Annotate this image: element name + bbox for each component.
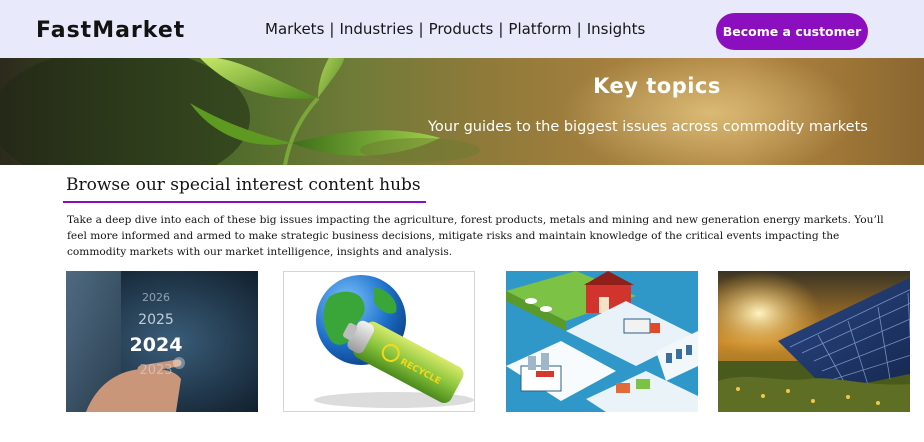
main-nav: Markets | Industries | Products | Platfo… xyxy=(265,20,645,38)
nav-separator: | xyxy=(498,20,504,38)
section-intro: Take a deep dive into each of these big … xyxy=(67,214,884,258)
nav-separator: | xyxy=(576,20,582,38)
section-underline xyxy=(63,201,426,203)
content-hub-card-supply-chain[interactable] xyxy=(506,271,698,412)
become-customer-button[interactable]: Become a customer xyxy=(716,13,868,50)
year-label: 2023 xyxy=(139,363,172,378)
globe-battery-recycle-image: RECYCLE xyxy=(284,272,474,411)
nav-item-products[interactable]: Products xyxy=(429,20,494,38)
year-label: 2025 xyxy=(138,312,174,328)
site-header: FastMarket Markets | Industries | Produc… xyxy=(0,0,924,58)
year-label: 2026 xyxy=(142,291,170,304)
nav-item-platform[interactable]: Platform xyxy=(508,20,571,38)
hero-title: Key topics xyxy=(593,74,721,98)
nav-separator: | xyxy=(418,20,424,38)
farm-to-factory-supply-chain-image xyxy=(506,271,698,412)
section-title: Browse our special interest content hubs xyxy=(66,175,421,195)
hero-subtitle: Your guides to the biggest issues across… xyxy=(428,119,868,135)
year-label: 2024 xyxy=(130,334,183,356)
solar-panels-field-image xyxy=(718,271,910,412)
logo[interactable]: FastMarket xyxy=(36,18,185,43)
years-2024-touch-image: 2026 2025 2024 2023 xyxy=(66,271,258,412)
content-hub-card-battery[interactable]: RECYCLE xyxy=(283,271,475,412)
content-hub-card-solar[interactable] xyxy=(718,271,910,412)
nav-separator: | xyxy=(329,20,335,38)
nav-item-industries[interactable]: Industries xyxy=(339,20,413,38)
content-hub-card-years[interactable]: 2026 2025 2024 2023 xyxy=(66,271,258,412)
nav-item-markets[interactable]: Markets xyxy=(265,20,324,38)
hero-banner: Key topics Your guides to the biggest is… xyxy=(0,58,924,165)
nav-item-insights[interactable]: Insights xyxy=(587,20,646,38)
